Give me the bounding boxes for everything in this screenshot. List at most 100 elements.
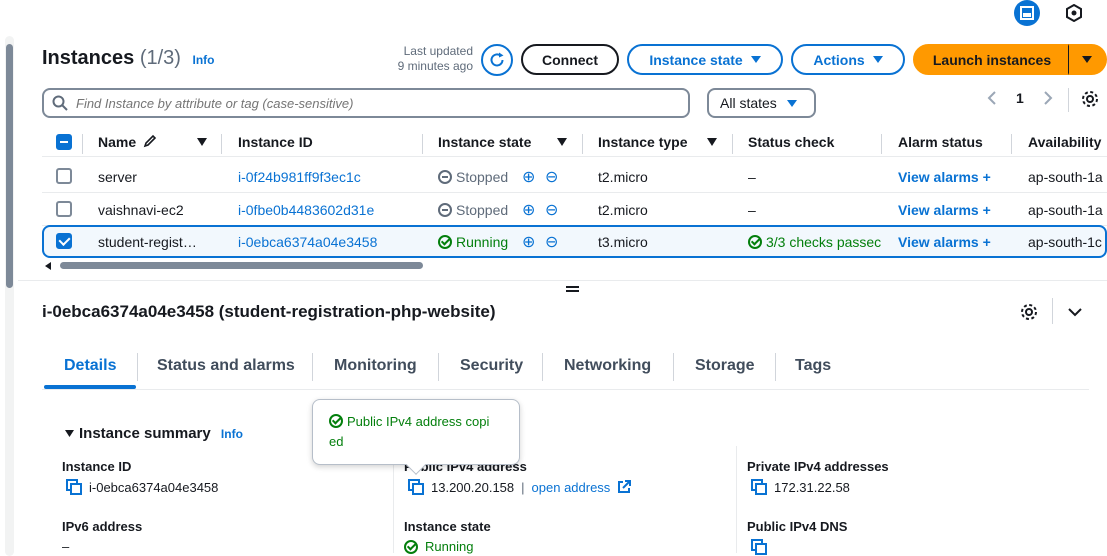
caret-down-icon [1082, 56, 1092, 63]
col-instance-state[interactable]: Instance state [438, 134, 531, 150]
prev-page-icon[interactable] [986, 90, 998, 109]
zoom-out-icon[interactable]: ⊖ [545, 232, 558, 252]
sort-icon [557, 138, 567, 146]
instance-id-link[interactable]: i-0ebca6374a04e3458 [238, 234, 377, 250]
private-ipv4-value: 172.31.22.58 [751, 479, 850, 495]
private-ipv4-label: Private IPv4 addresses [747, 459, 889, 474]
collapse-chevron-icon[interactable] [1067, 305, 1083, 323]
view-alarms-link[interactable]: View alarms + [898, 202, 991, 218]
instance-name: server [98, 169, 137, 185]
tab-monitoring[interactable]: Monitoring [334, 357, 417, 375]
col-instance-id[interactable]: Instance ID [238, 134, 313, 150]
actions-button[interactable]: Actions [791, 44, 905, 75]
instance-id-link[interactable]: i-0f24b981ff9f3ec1c [238, 169, 361, 185]
page-title: Instances (1/3) Info [42, 47, 215, 69]
instance-name: student-regist… [98, 234, 197, 250]
stopped-icon [438, 203, 452, 217]
zoom-in-icon[interactable]: ⊕ [522, 200, 535, 220]
availability-zone: ap-south-1a [1028, 202, 1103, 218]
tab-networking[interactable]: Networking [564, 357, 651, 375]
tab-status-and-alarms[interactable]: Status and alarms [157, 357, 295, 375]
view-alarms-link[interactable]: View alarms + [898, 169, 991, 185]
zoom-out-icon[interactable]: ⊖ [545, 200, 558, 220]
state-filter-select[interactable]: All states [707, 88, 816, 118]
instance-state-button[interactable]: Instance state [627, 44, 783, 75]
public-dns-label: Public IPv4 DNS [747, 519, 848, 534]
instance-state: Stopped [438, 169, 508, 185]
instance-id-link[interactable]: i-0fbe0b4483602d31e [238, 202, 374, 218]
instance-count: (1/3) [139, 47, 181, 69]
ipv6-label: IPv6 address [62, 519, 143, 534]
table-row[interactable]: vaishnavi-ec2 i-0fbe0b4483602d31e Stoppe… [42, 193, 1107, 226]
running-icon [438, 235, 452, 249]
col-availability[interactable]: Availability [1028, 134, 1101, 150]
external-link-icon[interactable] [617, 480, 632, 494]
row-checkbox[interactable] [56, 201, 72, 217]
last-updated: Last updated 9 minutes ago [397, 44, 473, 73]
scroll-left-icon [45, 262, 51, 270]
public-ipv4-value: 13.200.20.158 | open address [408, 479, 632, 495]
plus-icon: + [982, 169, 991, 185]
tab-storage[interactable]: Storage [695, 357, 755, 375]
zoom-out-icon[interactable]: ⊖ [545, 167, 558, 187]
split-divider [18, 280, 1107, 281]
layout-panel-icon[interactable] [1014, 0, 1040, 26]
settings-hex-icon[interactable] [1061, 0, 1087, 26]
zoom-in-icon[interactable]: ⊕ [522, 232, 535, 252]
detail-title: i-0ebca6374a04e3458 (student-registratio… [42, 302, 496, 321]
open-address-link[interactable]: open address [532, 480, 611, 495]
caret-down-icon [750, 56, 761, 63]
row-checkbox[interactable] [56, 168, 72, 184]
instance-state-value: Running [404, 539, 473, 554]
summary-info-link[interactable]: Info [221, 427, 243, 441]
instance-state: Running [438, 234, 508, 250]
status-check: 3/3 checks passec [748, 234, 882, 250]
zoom-in-icon[interactable]: ⊕ [522, 167, 535, 187]
caret-down-icon [786, 99, 797, 107]
col-alarm-status[interactable]: Alarm status [898, 134, 983, 150]
resize-handle-icon[interactable] [566, 286, 579, 292]
tab-tags[interactable]: Tags [795, 357, 831, 375]
col-status-check[interactable]: Status check [748, 134, 834, 150]
preferences-gear-icon[interactable] [1081, 90, 1099, 111]
top-strip [0, 0, 1107, 30]
copied-toast: Public IPv4 address copi ed [312, 399, 520, 475]
launch-dropdown-button[interactable] [1068, 44, 1107, 75]
instance-id-label: Instance ID [62, 459, 132, 474]
table-row-selected[interactable]: student-regist… i-0ebca6374a04e3458 Runn… [42, 225, 1107, 258]
info-link[interactable]: Info [193, 53, 215, 67]
instance-state: Stopped [438, 202, 508, 218]
refresh-button[interactable] [481, 44, 513, 76]
page-number[interactable]: 1 [1016, 90, 1024, 106]
instance-summary-toggle[interactable]: Instance summary Info [64, 425, 243, 442]
instance-type: t2.micro [598, 169, 648, 185]
col-instance-type[interactable]: Instance type [598, 134, 687, 150]
next-page-icon[interactable] [1042, 90, 1054, 109]
tab-details[interactable]: Details [64, 357, 116, 375]
refresh-icon [490, 52, 504, 67]
select-all-checkbox[interactable] [56, 134, 72, 150]
detail-gear-icon[interactable] [1020, 303, 1038, 326]
tab-security[interactable]: Security [460, 357, 523, 375]
expand-caret-icon [65, 430, 74, 437]
launch-instances-button[interactable]: Launch instances [913, 44, 1071, 75]
col-name[interactable]: Name [98, 134, 157, 150]
row-checkbox[interactable] [56, 233, 72, 249]
vertical-scrollbar[interactable] [5, 36, 14, 556]
copy-icon[interactable] [751, 479, 767, 495]
edit-pencil-icon [143, 134, 157, 148]
connect-button[interactable]: Connect [521, 44, 619, 75]
search-icon [52, 95, 68, 111]
instance-name: vaishnavi-ec2 [98, 202, 184, 218]
copy-icon[interactable] [66, 479, 82, 495]
search-field[interactable] [42, 88, 690, 118]
instance-type: t2.micro [598, 202, 648, 218]
copy-icon[interactable] [408, 479, 424, 495]
availability-zone: ap-south-1a [1028, 169, 1103, 185]
availability-zone: ap-south-1c [1028, 234, 1102, 250]
table-header: Name Instance ID Instance state Instance… [42, 130, 1107, 157]
horizontal-scrollbar[interactable] [44, 260, 1107, 270]
table-row[interactable]: server i-0f24b981ff9f3ec1c Stopped ⊕ ⊖ t… [42, 160, 1107, 193]
view-alarms-link[interactable]: View alarms + [898, 234, 991, 250]
search-input[interactable] [76, 95, 666, 111]
